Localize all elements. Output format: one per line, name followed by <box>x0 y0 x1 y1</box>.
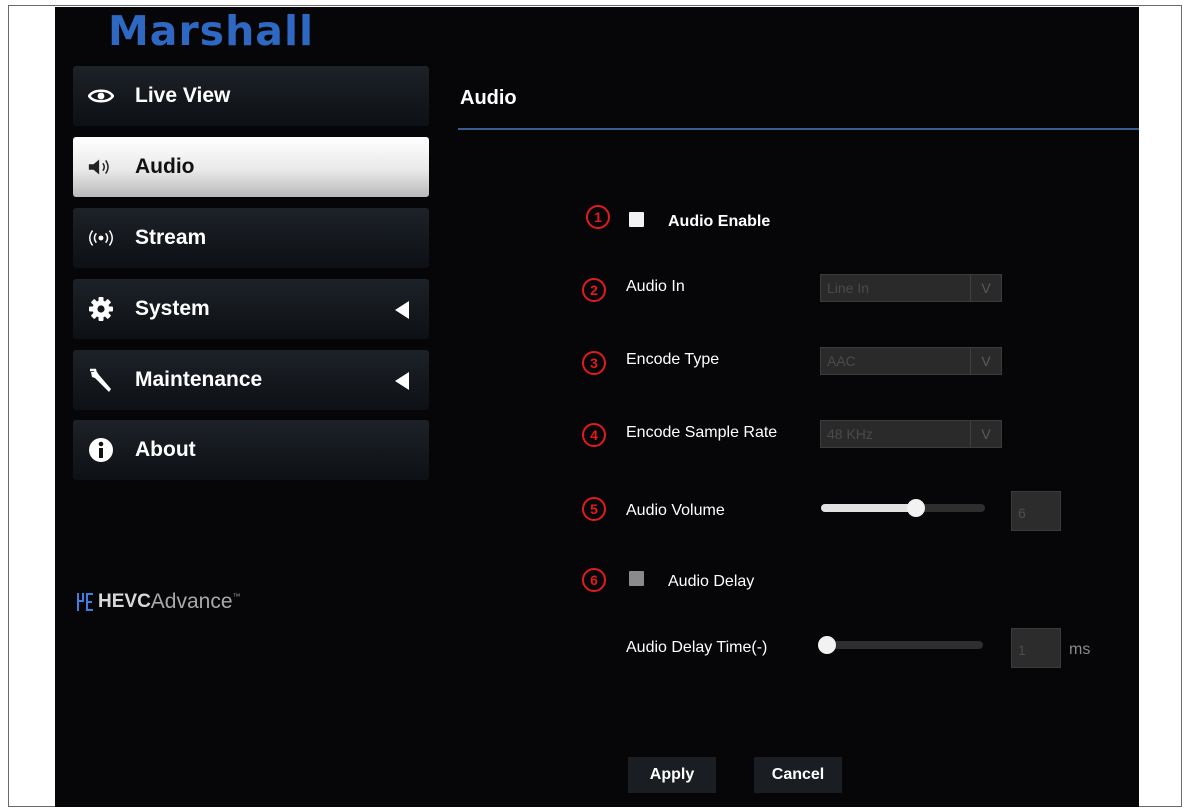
apply-button[interactable]: Apply <box>628 757 716 793</box>
audio-in-label: Audio In <box>626 278 685 295</box>
annotation-marker: 1 <box>586 205 610 229</box>
encode-sample-rate-value: 48 KHz <box>827 426 873 442</box>
info-icon <box>87 437 115 463</box>
slider-thumb[interactable] <box>907 499 926 517</box>
eye-icon <box>87 88 115 104</box>
cancel-button[interactable]: Cancel <box>754 757 842 793</box>
chevron-down-icon: V <box>970 421 1001 447</box>
wrench-icon <box>87 366 115 394</box>
audio-in-select[interactable]: Line In V <box>820 274 1002 302</box>
hevc-logo-tm: ™ <box>232 591 241 601</box>
speaker-icon <box>87 157 115 177</box>
encode-sample-rate-select[interactable]: 48 KHz V <box>820 420 1002 448</box>
encode-type-select[interactable]: AAC V <box>820 347 1002 375</box>
encode-type-label: Encode Type <box>626 351 720 368</box>
sidebar-item-label: Audio <box>135 155 195 178</box>
hevc-advance-logo: HEVC Advance ™ <box>76 590 241 614</box>
audio-volume-label: Audio Volume <box>626 502 725 519</box>
hevc-logo-prefix: HEVC <box>98 591 151 612</box>
title-divider <box>458 128 1139 130</box>
annotation-marker: 6 <box>582 568 606 592</box>
brand-logo: Marshall <box>108 7 315 55</box>
encode-type-value: AAC <box>827 353 856 369</box>
gear-icon <box>87 296 115 322</box>
audio-delay-checkbox[interactable] <box>629 571 644 586</box>
sidebar-item-label: Maintenance <box>135 368 263 391</box>
delay-unit-label: ms <box>1069 641 1091 658</box>
expand-arrow-icon <box>395 372 409 390</box>
annotation-marker: 5 <box>582 497 606 521</box>
slider-thumb[interactable] <box>818 636 836 654</box>
hevc-logo-icon <box>77 593 93 611</box>
annotation-marker: 2 <box>582 278 606 302</box>
chevron-down-icon: V <box>970 348 1001 374</box>
sidebar-item-stream[interactable]: Stream <box>73 208 429 268</box>
page-title: Audio <box>460 87 517 109</box>
audio-delay-label: Audio Delay <box>668 573 755 590</box>
sidebar-item-about[interactable]: About <box>73 420 429 480</box>
sidebar-item-maintenance[interactable]: Maintenance <box>73 350 429 410</box>
hevc-logo-suffix: Advance <box>150 590 233 613</box>
sidebar-item-audio[interactable]: Audio <box>73 137 429 197</box>
sidebar-item-live-view[interactable]: Live View <box>73 66 429 126</box>
audio-delay-time-slider[interactable] <box>818 636 983 654</box>
chevron-down-icon: V <box>970 275 1001 301</box>
audio-enable-label: Audio Enable <box>668 213 771 230</box>
expand-arrow-icon <box>395 301 409 319</box>
audio-enable-checkbox[interactable] <box>629 212 644 227</box>
slider-fill <box>821 504 917 512</box>
audio-delay-time-input[interactable]: 1 <box>1011 628 1061 668</box>
sidebar-item-label: System <box>135 297 210 320</box>
encode-sample-rate-label: Encode Sample Rate <box>626 424 778 441</box>
sidebar-item-label: Live View <box>135 84 231 107</box>
audio-in-value: Line In <box>827 280 870 296</box>
audio-delay-time-label: Audio Delay Time(-) <box>626 639 768 656</box>
audio-volume-slider[interactable] <box>821 499 985 517</box>
sidebar-item-label: About <box>135 438 196 461</box>
annotation-marker: 4 <box>582 423 606 447</box>
audio-volume-input[interactable]: 6 <box>1011 491 1061 531</box>
sidebar-item-label: Stream <box>135 226 207 249</box>
annotation-marker: 3 <box>582 351 606 375</box>
broadcast-icon <box>87 229 115 247</box>
sidebar-item-system[interactable]: System <box>73 279 429 339</box>
app-window: Marshall Live View Audio Stream System M… <box>55 7 1139 807</box>
